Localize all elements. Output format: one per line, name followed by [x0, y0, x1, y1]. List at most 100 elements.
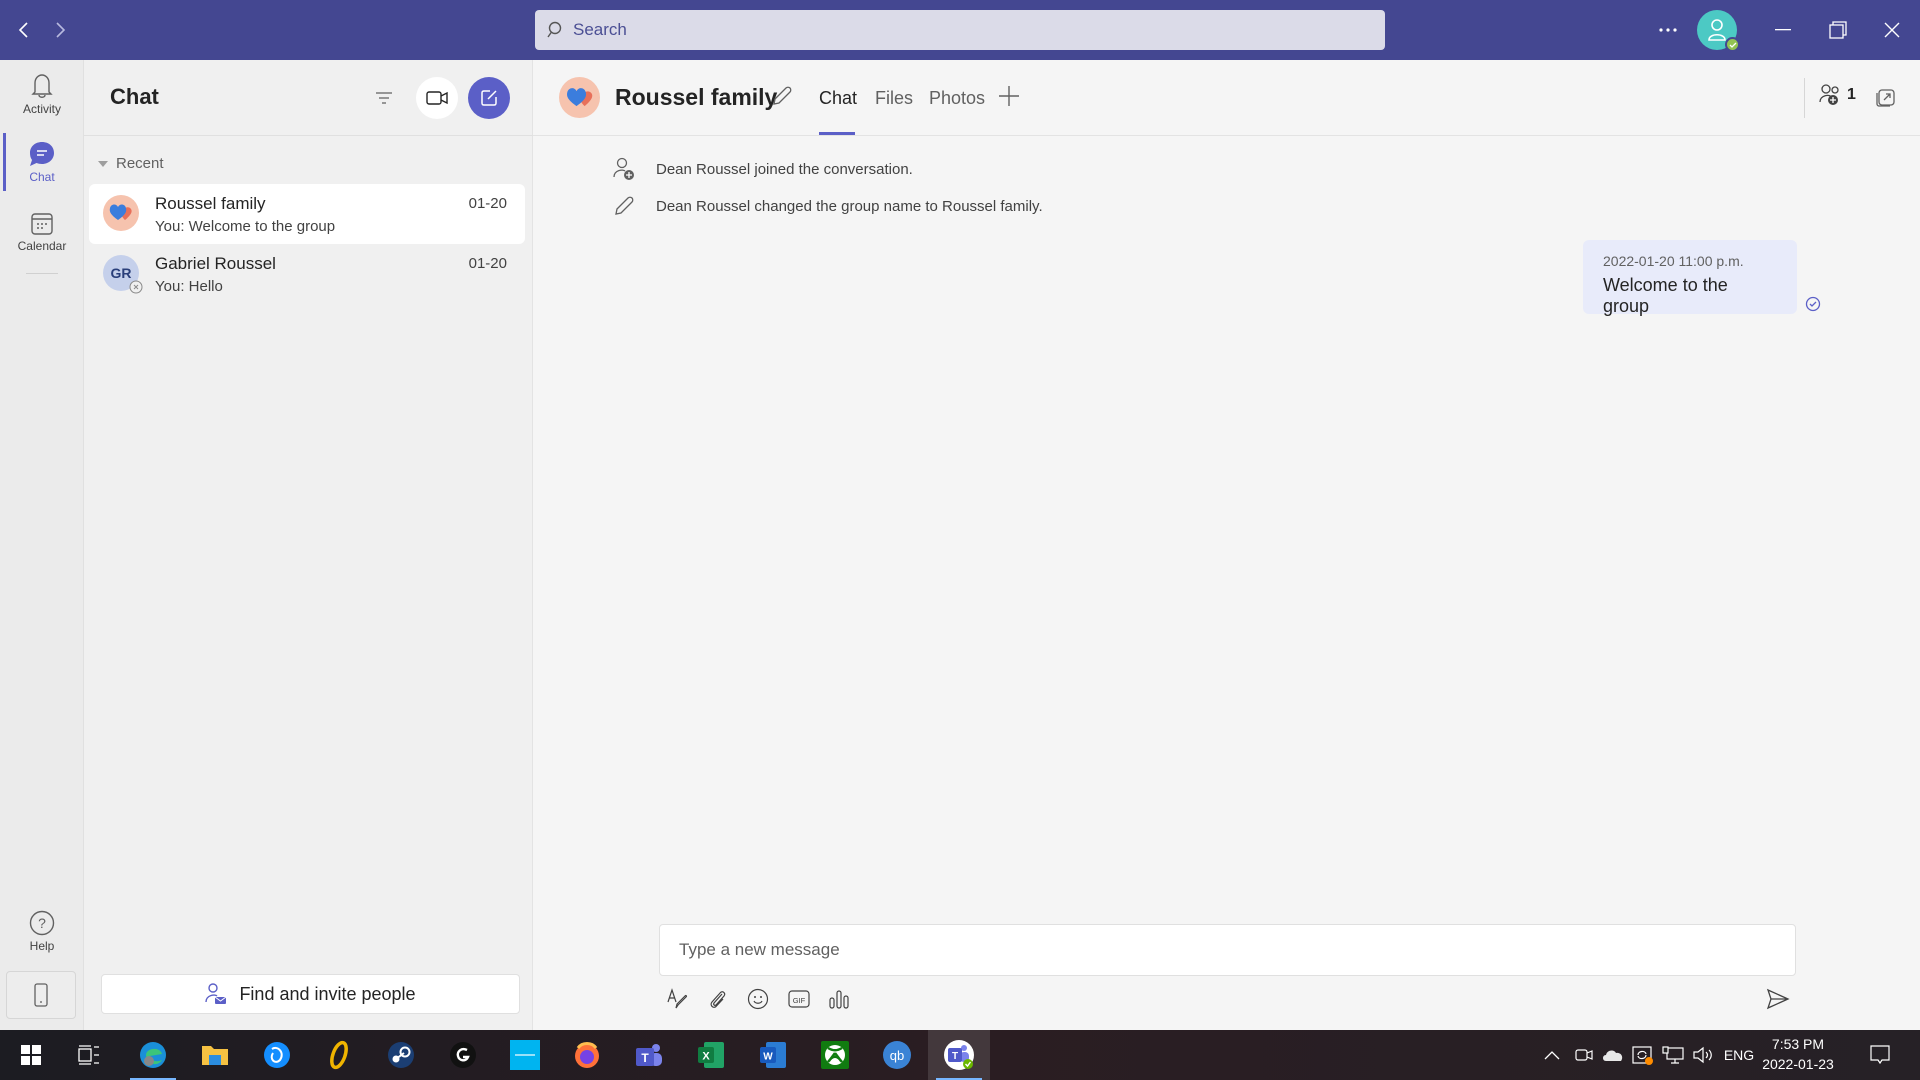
tray-clock[interactable]: 7:53 PM 2022-01-23: [1760, 1034, 1836, 1074]
clock-time: 7:53 PM: [1771, 1036, 1825, 1052]
taskbar-app-harmony[interactable]: [494, 1030, 556, 1080]
profile-avatar[interactable]: [1697, 10, 1740, 52]
svg-text:qb: qb: [890, 1048, 904, 1063]
rail-item-calendar[interactable]: Calendar: [0, 199, 84, 265]
forward-button[interactable]: [46, 16, 74, 44]
conversation-header: Roussel family Chat Files Photos 1: [533, 60, 1920, 136]
popout-chat-button[interactable]: [1876, 87, 1896, 112]
rail-item-help[interactable]: ? Help: [0, 898, 84, 964]
tray-onedrive[interactable]: [1598, 1030, 1628, 1080]
taskbar-app-qbittorrent[interactable]: qb: [866, 1030, 928, 1080]
svg-text:T: T: [952, 1051, 958, 1062]
meet-now-button[interactable]: [416, 77, 458, 119]
chat-preview: You: Welcome to the group: [155, 218, 336, 235]
compose-box[interactable]: [659, 924, 1796, 976]
chat-list-item[interactable]: GR Gabriel Roussel You: Hello 01-20: [89, 244, 525, 304]
ring-icon: [330, 1040, 348, 1070]
taskbar-app-steam[interactable]: [370, 1030, 432, 1080]
emoji-button[interactable]: [744, 985, 772, 1013]
format-button[interactable]: [663, 985, 691, 1013]
system-message-text: Dean Roussel changed the group name to R…: [656, 197, 1043, 215]
plus-icon: [999, 86, 1019, 106]
pencil-icon: [773, 86, 792, 105]
teams-icon: T: [636, 1044, 662, 1066]
search-box[interactable]: [535, 10, 1385, 50]
download-mobile-button[interactable]: [6, 971, 76, 1019]
message-input[interactable]: [679, 940, 1769, 960]
taskbar-app-logitech-ghub[interactable]: [432, 1030, 494, 1080]
chat-name: Gabriel Roussel: [155, 254, 276, 273]
tray-language[interactable]: ENG: [1720, 1030, 1758, 1080]
taskbar-app-file-explorer[interactable]: [184, 1030, 246, 1080]
logitech-g-icon: [450, 1042, 476, 1068]
taskbar-app-teams[interactable]: T: [928, 1030, 990, 1080]
more-options-button[interactable]: [1650, 12, 1686, 48]
invite-person-icon: [205, 983, 227, 1004]
taskbar-app-firefox[interactable]: [556, 1030, 618, 1080]
format-icon: [667, 988, 688, 1009]
close-button[interactable]: [1874, 12, 1910, 48]
presence-available-badge: [1725, 37, 1740, 52]
conversation-pane: Roussel family Chat Files Photos 1 Dean …: [533, 60, 1920, 1030]
tab-files[interactable]: Files: [875, 88, 913, 109]
folder-icon: [202, 1046, 228, 1065]
chat-bubble-icon: [30, 141, 54, 166]
participants-button[interactable]: 1: [1819, 84, 1856, 106]
rail-item-label: Activity: [22, 101, 61, 116]
caret-down-icon: [98, 160, 108, 167]
tray-network[interactable]: [1658, 1030, 1688, 1080]
firefox-icon: [575, 1042, 599, 1068]
tab-photos[interactable]: Photos: [929, 88, 985, 109]
start-button[interactable]: [0, 1030, 62, 1080]
chat-list-pane: Chat Recent Roussel family You: Welcome …: [84, 60, 533, 1030]
taskbar-app-teams-work[interactable]: T: [618, 1030, 680, 1080]
popout-icon: [1876, 89, 1895, 107]
rail-item-chat[interactable]: Chat: [0, 129, 84, 195]
excel-icon: X: [698, 1042, 724, 1068]
attach-icon: [710, 991, 726, 1008]
close-icon: [1884, 22, 1900, 38]
poll-button[interactable]: [825, 985, 853, 1013]
attach-button[interactable]: [704, 985, 732, 1013]
chat-list-header: Chat: [84, 60, 533, 136]
task-view-icon: [78, 1045, 99, 1065]
taskbar-app-excel[interactable]: X: [680, 1030, 742, 1080]
rail-item-activity[interactable]: Activity: [0, 61, 84, 127]
edit-group-name-button[interactable]: [771, 85, 793, 112]
taskbar-app-word[interactable]: W: [742, 1030, 804, 1080]
back-button[interactable]: [10, 16, 38, 44]
tab-chat[interactable]: Chat: [819, 88, 857, 109]
task-view-button[interactable]: [58, 1030, 120, 1080]
notification-icon: [1870, 1045, 1890, 1065]
cloud-icon: [1603, 1050, 1623, 1061]
search-input[interactable]: [573, 20, 1353, 40]
filter-button[interactable]: [366, 80, 402, 116]
chat-name: Roussel family: [155, 194, 266, 213]
taskbar-app-edge[interactable]: [122, 1030, 184, 1080]
chat-list-item[interactable]: Roussel family You: Welcome to the group…: [89, 184, 525, 244]
chat-list-title: Chat: [110, 84, 159, 109]
action-center-button[interactable]: [1862, 1030, 1898, 1080]
show-hidden-icons-button[interactable]: [1538, 1030, 1566, 1080]
gif-icon: GIF: [788, 990, 810, 1008]
bell-icon: [31, 73, 53, 98]
message-bubble[interactable]: 2022-01-20 11:00 p.m. Welcome to the gro…: [1583, 240, 1797, 316]
tray-sync-app[interactable]: [1628, 1030, 1658, 1080]
gif-button[interactable]: GIF: [785, 985, 813, 1013]
message-timestamp: 2022-01-20 11:00 p.m.: [1603, 253, 1744, 269]
person-icon: [1708, 19, 1726, 41]
minimize-button[interactable]: [1765, 12, 1801, 48]
taskbar-app-xbox[interactable]: [804, 1030, 866, 1080]
send-button[interactable]: [1764, 985, 1792, 1013]
minimize-icon: [1775, 29, 1791, 31]
checkmark-icon: [1729, 42, 1736, 48]
tray-volume[interactable]: [1688, 1030, 1718, 1080]
restore-button[interactable]: [1820, 12, 1856, 48]
add-tab-button[interactable]: [998, 85, 1020, 112]
taskbar-app-battlenet[interactable]: [246, 1030, 308, 1080]
new-chat-button[interactable]: [468, 77, 510, 119]
tray-meet-now[interactable]: [1570, 1030, 1598, 1080]
taskbar-app-ring[interactable]: [308, 1030, 370, 1080]
recent-section-toggle[interactable]: Recent: [98, 155, 164, 172]
find-invite-people-button[interactable]: Find and invite people: [101, 974, 520, 1014]
